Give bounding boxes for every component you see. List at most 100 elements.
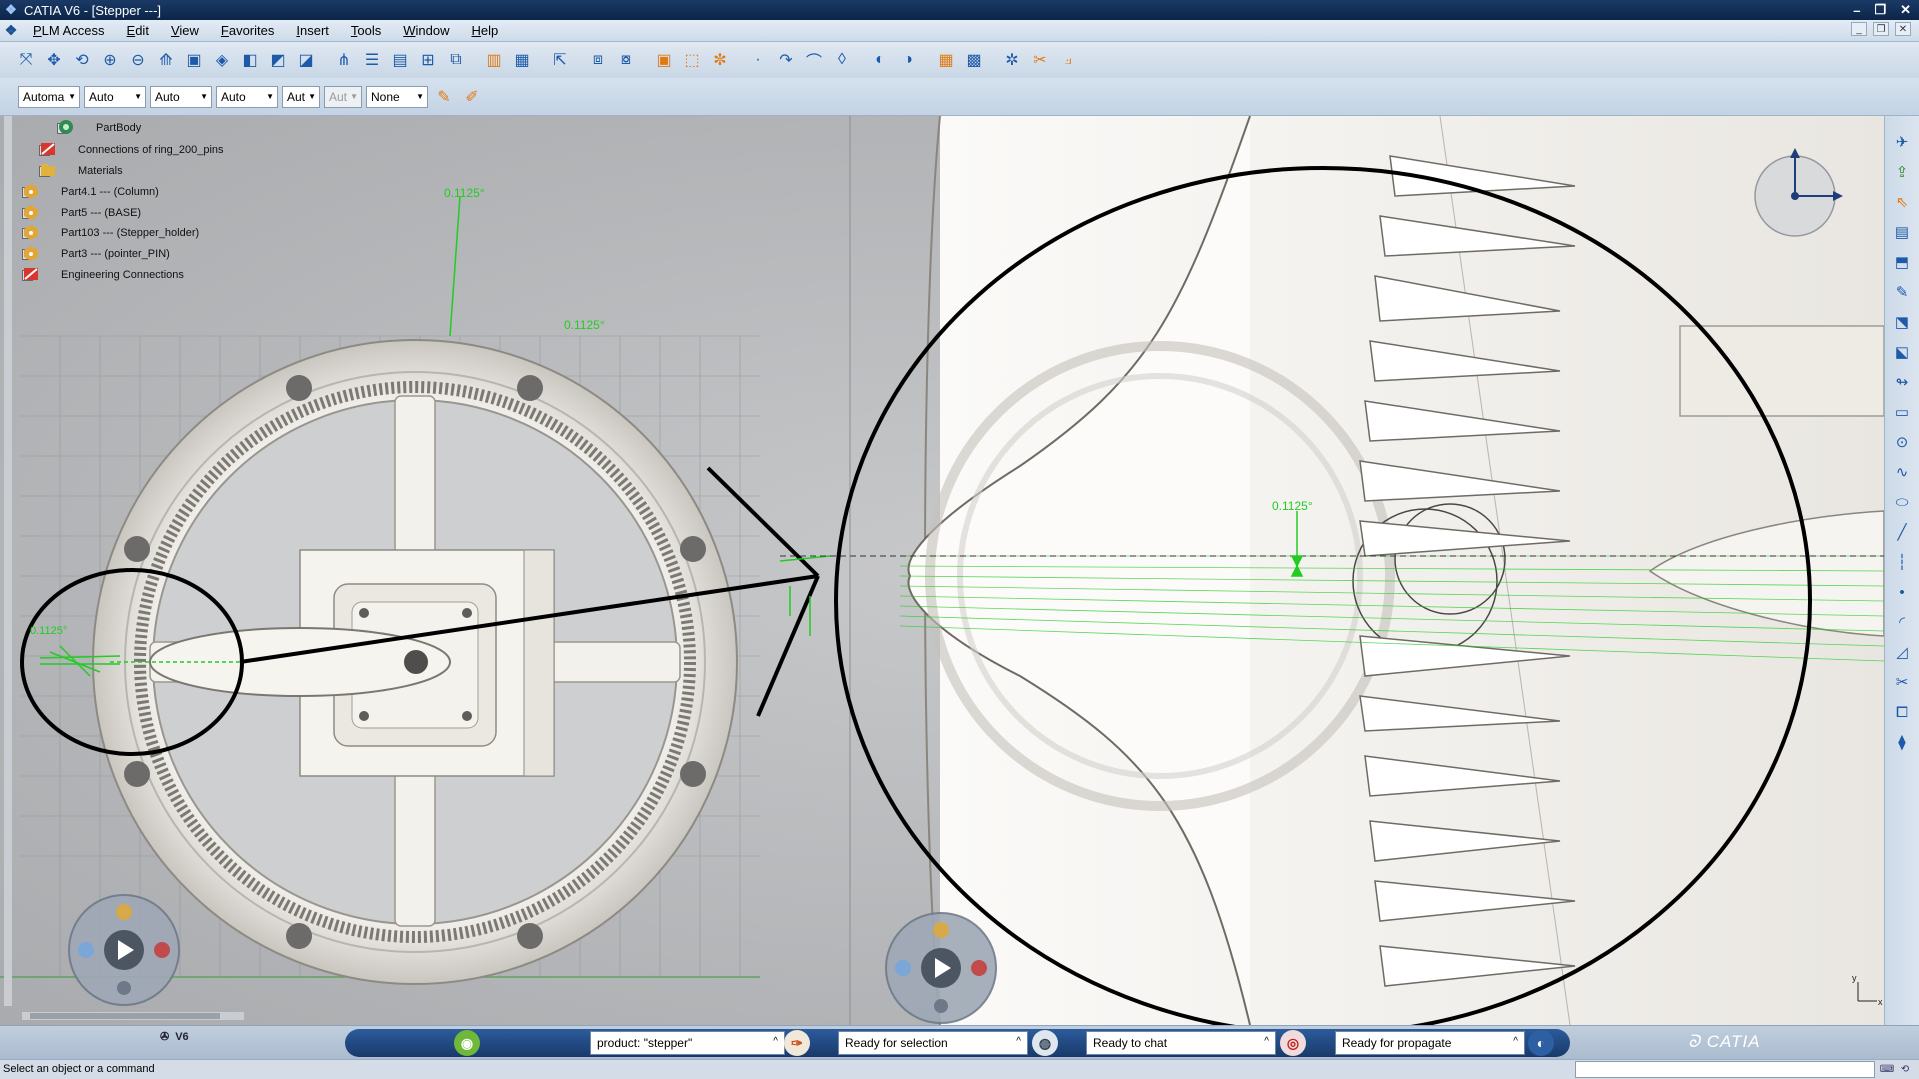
- select-icon[interactable]: ⇱: [548, 48, 572, 72]
- close-button[interactable]: ✕: [1900, 2, 1911, 18]
- keyboard-icon[interactable]: ⌨: [1880, 1062, 1894, 1076]
- tree-node-part3-pointer-pin[interactable]: + Part3 --- (pointer_PIN): [22, 244, 170, 264]
- doc-close-button[interactable]: ✕: [1895, 22, 1911, 36]
- component-icon[interactable]: ▦: [510, 48, 534, 72]
- layer-combo[interactable]: None ▼: [366, 85, 428, 108]
- render-style-icon[interactable]: ◧: [238, 48, 262, 72]
- mechanism-icon[interactable]: ✼: [708, 48, 732, 72]
- clash-icon[interactable]: ⟓: [1056, 48, 1080, 72]
- propagate-field[interactable]: Ready for propagate ^: [1335, 1031, 1525, 1055]
- corner-icon[interactable]: ◜: [1890, 610, 1914, 634]
- tree-node-partbody[interactable]: + PartBody: [57, 118, 141, 138]
- capture-icon[interactable]: ⧉: [444, 48, 468, 72]
- painter-icon[interactable]: ✎: [432, 85, 456, 109]
- layers-icon[interactable]: ⧈: [586, 48, 610, 72]
- menu-tools[interactable]: Tools: [340, 23, 392, 38]
- trim-icon[interactable]: ✂: [1890, 670, 1914, 694]
- line-thickness-combo[interactable]: Auto ▼: [150, 85, 212, 108]
- snap-grid-icon[interactable]: ▩: [962, 48, 986, 72]
- sectioning-icon[interactable]: ✂: [1028, 48, 1052, 72]
- caret-up-icon[interactable]: ^: [1264, 1036, 1269, 1047]
- catia-app-icon[interactable]: ❖: [2, 1, 20, 19]
- assembly-icon[interactable]: ▣: [652, 48, 676, 72]
- properties-icon[interactable]: ▤: [388, 48, 412, 72]
- exit-workbench-icon[interactable]: ⇪: [1890, 160, 1914, 184]
- analysis-icon[interactable]: ✲: [1000, 48, 1024, 72]
- pan-icon[interactable]: ✥: [42, 48, 66, 72]
- minimize-button[interactable]: –: [1853, 3, 1860, 18]
- caret-up-icon[interactable]: ^: [1513, 1036, 1518, 1047]
- axis-icon[interactable]: ┆: [1890, 550, 1914, 574]
- chat-icon[interactable]: ◍: [1032, 1030, 1058, 1056]
- chamfer-icon[interactable]: ◿: [1890, 640, 1914, 664]
- point-type-combo[interactable]: Aut ▼: [282, 85, 320, 108]
- curve-icon[interactable]: ⌒: [802, 48, 826, 72]
- power-input-icon[interactable]: ⟲: [1898, 1062, 1912, 1076]
- power-input-field[interactable]: [1575, 1061, 1875, 1078]
- chat-field[interactable]: Ready to chat ^: [1086, 1031, 1276, 1055]
- hide-show-icon[interactable]: ◩: [266, 48, 290, 72]
- 3d-viewport[interactable]: 0.1125° 0.1125° 0.1125° 0.1125° y x Part…: [0, 116, 1884, 1025]
- grid-snap-icon[interactable]: ▤: [1890, 220, 1914, 244]
- iso-view-icon[interactable]: ◈: [210, 48, 234, 72]
- product-icon[interactable]: ▥: [482, 48, 506, 72]
- constraint-icon[interactable]: ⬚: [680, 48, 704, 72]
- stack-icon[interactable]: ⧇: [614, 48, 638, 72]
- profile-icon[interactable]: ↬: [1890, 370, 1914, 394]
- arc-icon[interactable]: ↷: [774, 48, 798, 72]
- selection-field[interactable]: Ready for selection ^: [838, 1031, 1028, 1055]
- point-icon[interactable]: ·: [746, 48, 770, 72]
- tree-node-part5-base[interactable]: + Part5 --- (BASE): [22, 203, 141, 223]
- tree-node-part103-stepper-holder[interactable]: + Part103 --- (Stepper_holder): [22, 223, 199, 243]
- tree-list-icon[interactable]: ☰: [360, 48, 384, 72]
- tree-node-connections-ring[interactable]: + Connections of ring_200_pins: [39, 140, 224, 160]
- restore-button[interactable]: ❐: [1874, 2, 1886, 18]
- zoom-in-icon[interactable]: ⊕: [98, 48, 122, 72]
- mirror-icon[interactable]: ⧠: [1890, 700, 1914, 724]
- selection-icon[interactable]: ✑: [784, 1030, 810, 1056]
- spline-icon[interactable]: ∿: [1890, 460, 1914, 484]
- menu-plm-access[interactable]: PLM Access: [22, 23, 116, 38]
- menu-favorites[interactable]: Favorites: [210, 23, 285, 38]
- circle-icon[interactable]: ⊙: [1890, 430, 1914, 454]
- rotate-icon[interactable]: ⟲: [70, 48, 94, 72]
- tree-node-engineering-connections[interactable]: + Engineering Connections: [22, 265, 184, 285]
- fit-all-icon[interactable]: ⤧: [14, 48, 38, 72]
- menu-help[interactable]: Help: [461, 23, 510, 38]
- tree-node-part4-column[interactable]: + Part4.1 --- (Column): [22, 182, 159, 202]
- line-type-combo[interactable]: Auto ▼: [216, 85, 278, 108]
- point-icon[interactable]: •: [1890, 580, 1914, 604]
- construction-icon[interactable]: ⬒: [1890, 250, 1914, 274]
- color-combo[interactable]: Automa ▼: [18, 85, 80, 108]
- tree-node-materials[interactable]: + Materials: [39, 161, 123, 181]
- tree-expand-icon[interactable]: ⋔: [332, 48, 356, 72]
- document-menu-icon[interactable]: ❖: [0, 21, 22, 41]
- zoom-out-icon[interactable]: ⊖: [126, 48, 150, 72]
- measure-item-icon[interactable]: ◑: [896, 48, 920, 72]
- line-icon[interactable]: ╱: [1890, 520, 1914, 544]
- constraint-icon[interactable]: ⬕: [1890, 340, 1914, 364]
- menu-edit[interactable]: Edit: [116, 23, 160, 38]
- normal-view-icon[interactable]: ⟰: [154, 48, 178, 72]
- transparency-combo[interactable]: Auto ▼: [84, 85, 146, 108]
- properties-brush-icon[interactable]: ✐: [460, 85, 484, 109]
- select-arrow-icon[interactable]: ⇖: [1890, 190, 1914, 214]
- measure-icon[interactable]: ◐: [868, 48, 892, 72]
- swap-space-icon[interactable]: ◪: [294, 48, 318, 72]
- v6-compass[interactable]: ✇ V6: [160, 1030, 189, 1044]
- doc-restore-button[interactable]: ❐: [1873, 22, 1889, 36]
- grid-icon[interactable]: ▦: [934, 48, 958, 72]
- product-icon[interactable]: ◉: [454, 1030, 480, 1056]
- sketcher-icon[interactable]: ✈: [1890, 130, 1914, 154]
- project-icon[interactable]: ⧫: [1890, 730, 1914, 754]
- rectangle-icon[interactable]: ▭: [1890, 400, 1914, 424]
- menu-insert[interactable]: Insert: [285, 23, 340, 38]
- caret-up-icon[interactable]: ^: [1016, 1036, 1021, 1047]
- ellipse-icon[interactable]: ⬭: [1890, 490, 1914, 514]
- pencil-icon[interactable]: ✎: [1890, 280, 1914, 304]
- help-sphere-icon[interactable]: ◐: [1528, 1030, 1554, 1056]
- doc-minimize-button[interactable]: _: [1851, 22, 1867, 36]
- product-field[interactable]: product: "stepper" ^: [590, 1031, 785, 1055]
- caret-up-icon[interactable]: ^: [773, 1036, 778, 1047]
- menu-view[interactable]: View: [160, 23, 210, 38]
